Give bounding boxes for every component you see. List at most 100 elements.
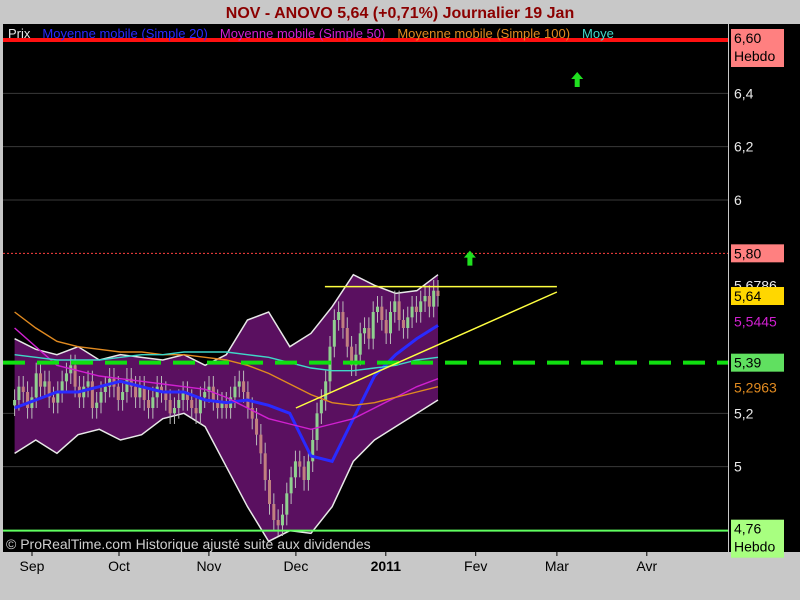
candle-body: [384, 320, 388, 334]
price-tag-sub: Hebdo: [734, 48, 775, 64]
candle-body: [319, 400, 323, 414]
candle-body: [410, 306, 414, 318]
candle-body: [363, 328, 367, 334]
candle-body: [116, 386, 120, 400]
candle-body: [95, 402, 99, 408]
x-tick-label: Mar: [545, 558, 569, 574]
candle-body: [125, 378, 129, 392]
y-tick-label: 6: [734, 192, 742, 208]
candle-body: [332, 320, 336, 347]
candle-body: [242, 381, 246, 392]
candle-body: [13, 400, 17, 406]
candle-body: [121, 392, 125, 400]
candle-body: [172, 408, 176, 414]
candle-body: [358, 333, 362, 355]
candle-body: [341, 312, 345, 328]
legend: Prix Moyenne mobile (Simple 20) Moyenne mo…: [8, 26, 614, 41]
legend-item: Prix: [8, 26, 31, 41]
legend-item: Moyenne mobile (Simple 20): [42, 26, 207, 41]
candle-body: [103, 386, 107, 392]
x-tick-label: Dec: [283, 558, 308, 574]
candle-body: [302, 466, 306, 480]
candle-body: [393, 301, 397, 312]
candle-body: [337, 312, 341, 320]
candle-body: [289, 477, 293, 494]
x-tick-label: Sep: [20, 558, 45, 574]
candle-body: [436, 290, 440, 296]
candle-body: [406, 317, 410, 328]
candle-body: [255, 418, 259, 435]
candle-body: [90, 381, 94, 408]
candle-body: [147, 400, 151, 408]
price-tag-label: 5,5445: [734, 313, 777, 329]
candle-body: [280, 514, 284, 526]
candle-body: [267, 480, 272, 504]
candle-body: [388, 312, 392, 334]
candle-body: [168, 400, 172, 414]
candle-body: [138, 386, 142, 398]
candle-body: [99, 392, 103, 403]
candle-body: [298, 461, 302, 467]
candle-body: [397, 301, 401, 320]
y-tick-label: 6,4: [734, 85, 754, 101]
candle-body: [272, 504, 276, 520]
candle-body: [190, 400, 194, 408]
x-tick-label: Oct: [108, 558, 130, 574]
candle-body: [64, 373, 68, 382]
candle-body: [414, 306, 418, 312]
candle-body: [237, 381, 241, 387]
y-tick-label: 5,2: [734, 405, 754, 421]
candle-body: [73, 365, 77, 387]
chart: NOV - ANOVO 5,64 (+0,71%) Journalier 19 …: [0, 0, 800, 600]
candle-body: [86, 381, 90, 387]
candle-body: [151, 397, 155, 408]
candle-body: [194, 408, 198, 414]
candle-body: [367, 328, 371, 339]
legend-item: Moyenne mobile (Simple 100): [397, 26, 570, 41]
candle-body: [203, 392, 207, 398]
candle-body: [60, 381, 64, 392]
legend-item: Moye: [582, 26, 614, 41]
candle-body: [21, 386, 25, 392]
candle-body: [34, 373, 38, 398]
legend-item: Moyenne mobile (Simple 50): [220, 26, 385, 41]
x-tick-label: Fev: [464, 558, 487, 574]
price-tag-label: 5,2963: [734, 380, 777, 396]
candle-body: [177, 400, 181, 408]
candle-body: [371, 312, 375, 339]
candle-body: [51, 397, 55, 403]
x-tick-label: Avr: [636, 558, 657, 574]
candle-body: [345, 328, 349, 347]
candle-body: [315, 413, 319, 440]
candle-body: [259, 434, 263, 454]
y-tick-label: 6,2: [734, 139, 754, 155]
candle-body: [276, 520, 280, 526]
price-tag-label: 5,39: [734, 355, 761, 371]
price-tag-sub: Hebdo: [734, 539, 775, 555]
candle-body: [17, 386, 21, 400]
candle-body: [285, 493, 289, 515]
y-tick-label: 5: [734, 459, 742, 475]
price-tag-label: 5,64: [734, 288, 761, 304]
price-tag-label: 4,76: [734, 521, 761, 537]
watermark: © ProRealTime.com Historique ajusté suit…: [6, 536, 371, 552]
x-tick-label: 2011: [371, 558, 402, 574]
candle-body: [423, 296, 427, 302]
candle-body: [432, 290, 436, 307]
price-tag-label: 6,60: [734, 30, 761, 46]
candle-body: [26, 392, 30, 408]
candle-body: [43, 381, 47, 387]
candle-body: [376, 306, 380, 312]
candle-body: [401, 320, 405, 328]
candle-body: [134, 386, 138, 398]
chart-title: NOV - ANOVO 5,64 (+0,71%) Journalier 19 …: [226, 5, 574, 22]
candle-body: [427, 296, 431, 307]
x-tick-label: Nov: [196, 558, 221, 574]
candle-body: [306, 461, 310, 480]
candle-body: [293, 461, 297, 478]
candle-body: [380, 306, 384, 320]
candle-body: [324, 381, 328, 400]
candle-body: [263, 453, 267, 480]
price-tag-label: 5,80: [734, 245, 761, 261]
candle-body: [233, 386, 237, 398]
